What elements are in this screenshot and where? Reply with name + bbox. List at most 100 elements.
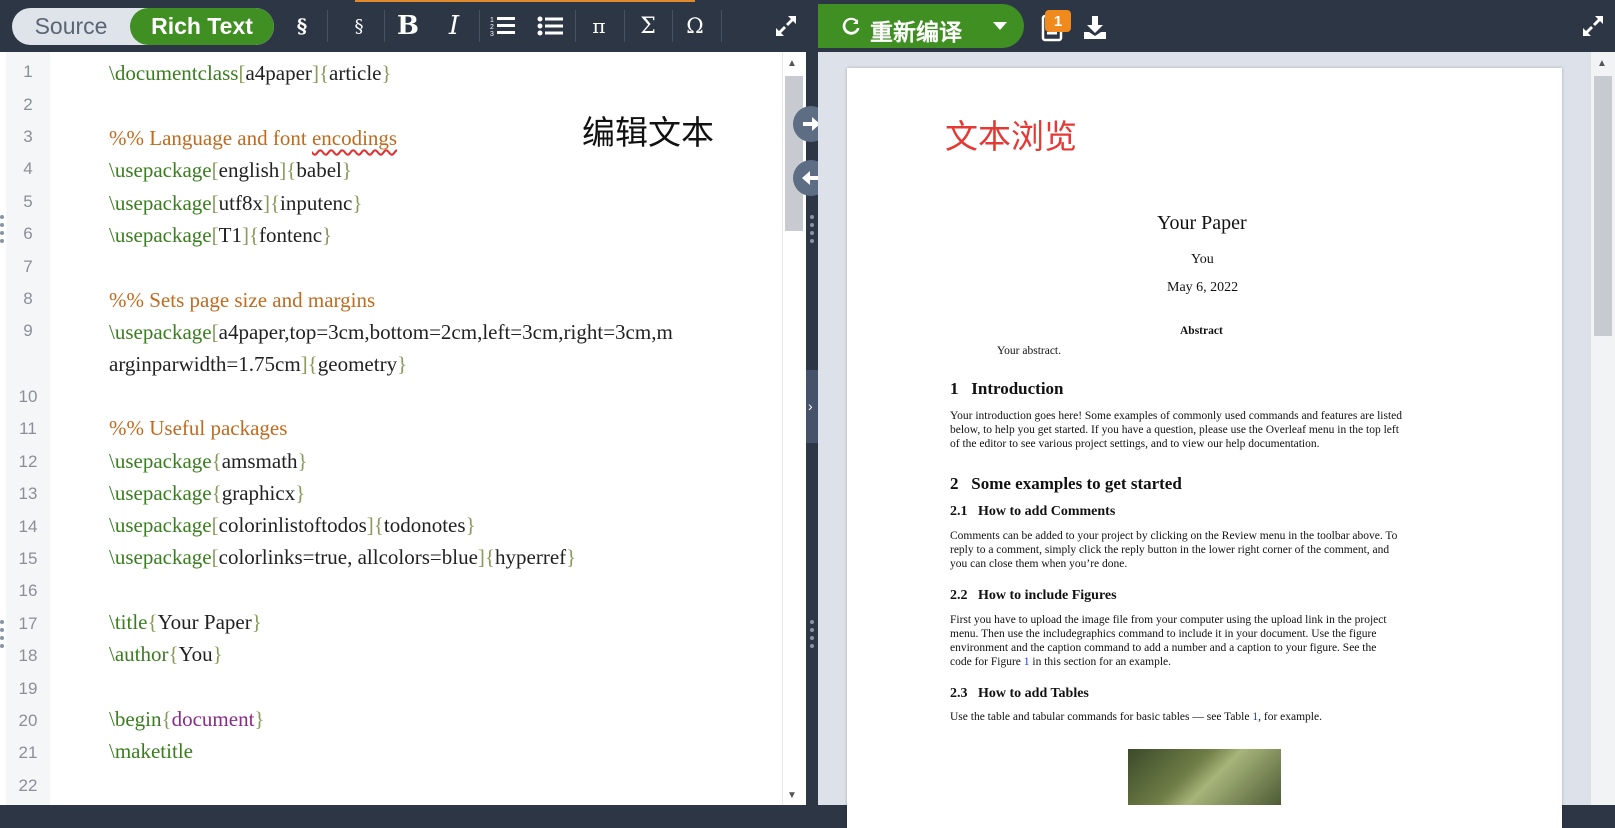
scroll-down-arrow-icon[interactable]: ▼ [787, 790, 797, 801]
line-number: 17 [18, 614, 38, 633]
expand-icon [776, 16, 796, 36]
editor-expand-button[interactable] [763, 6, 809, 46]
divider-grip[interactable] [810, 215, 814, 247]
bold-button[interactable]: B [385, 6, 431, 46]
line-number: 16 [18, 581, 38, 600]
code-line-9-wrap: arginparwidth=1.75cm]{geometry} [109, 352, 408, 376]
pdf-date: May 6, 2022 [1167, 280, 1239, 295]
code-line-6: \usepackage[T1]{fontenc} [109, 223, 333, 247]
line-number: 13 [18, 484, 38, 503]
line-number: 8 [23, 289, 33, 308]
line-number: 21 [18, 743, 38, 762]
subsection-button[interactable]: § [336, 6, 382, 46]
line-number: 19 [18, 679, 38, 698]
editor-mode-toggle[interactable]: Source Rich Text [12, 8, 274, 45]
insert-pi-button[interactable]: π [576, 6, 622, 46]
numbered-list-icon: 1 2 3 [490, 17, 515, 38]
pdf-subsection-heading: 2.1 How to add Comments [950, 504, 1116, 519]
code-editor[interactable]: \documentclass[a4paper]{article} %% Lang… [109, 52, 779, 805]
divider-collapse-arrow-icon[interactable]: › [808, 398, 813, 414]
insert-sigma-button[interactable]: Σ [625, 6, 671, 46]
pdf-abstract-heading: Abstract [1180, 325, 1223, 337]
pdf-paragraph-line: of the editor to see various project set… [950, 438, 1320, 450]
line-number: 10 [18, 387, 38, 406]
code-line-11: %% Useful packages [109, 416, 288, 440]
toolbar-separator [327, 10, 328, 42]
code-line-15: \usepackage[colorlinks=true, allcolors=b… [109, 545, 577, 569]
code-line-9: \usepackage[a4paper,top=3cm,bottom=2cm,l… [109, 320, 673, 344]
divider-grip[interactable] [810, 620, 814, 652]
svg-text:2: 2 [490, 24, 494, 31]
bullet-list-icon [537, 16, 563, 36]
pdf-paragraph-line: menu. Then use the includegraphics comma… [950, 628, 1377, 640]
svg-text:3: 3 [490, 31, 494, 38]
svg-text:1: 1 [490, 17, 494, 24]
line-number: 12 [18, 452, 38, 471]
spellcheck-word: encodings [311, 126, 398, 150]
pdf-paragraph-line: First you have to upload the image file … [950, 614, 1387, 626]
preview-expand-button[interactable] [1581, 14, 1605, 43]
pdf-paragraph-line: Use the table and tabular commands for b… [950, 711, 1322, 723]
preview-scroll-thumb[interactable] [1594, 76, 1612, 336]
line-number: 9 [23, 321, 33, 340]
scroll-up-arrow-icon[interactable]: ▲ [787, 58, 797, 69]
line-number-gutter: 1 2 3 4 5 6 7 8 9 10 11 12 13 14 15 16 1… [6, 52, 50, 805]
logs-badge: 1 [1045, 10, 1071, 32]
code-line-21: \maketitle [109, 739, 193, 763]
code-line-14: \usepackage[colorinlistoftodos]{todonote… [109, 513, 476, 537]
recompile-dropdown-caret-icon[interactable] [993, 22, 1007, 30]
code-line-12: \usepackage{amsmath} [109, 449, 308, 473]
code-line-17: \title{Your Paper} [109, 610, 262, 634]
line-number: 14 [18, 517, 38, 536]
section-button[interactable]: § [279, 6, 325, 46]
preview-overlay-label: 文本浏览 [945, 117, 1077, 156]
expand-icon [1583, 16, 1603, 36]
line-number: 3 [23, 127, 33, 146]
line-number: 4 [23, 159, 33, 178]
download-icon [1084, 16, 1106, 39]
italic-button[interactable]: I [431, 6, 477, 46]
pdf-paragraph-line: code for Figure 1 in this section for an… [950, 656, 1172, 668]
recompile-label: 重新编译 [870, 20, 962, 46]
code-line-3: %% Language and font encodings [109, 126, 398, 150]
line-number: 2 [23, 95, 33, 114]
source-mode-button[interactable]: Source [12, 8, 130, 45]
pdf-section-heading: 1 Introduction [950, 379, 1064, 398]
pdf-paragraph-line: reply to a comment, simply click the rep… [950, 544, 1390, 556]
pdf-abstract-text: Your abstract. [997, 345, 1061, 357]
pdf-subsection-heading: 2.3 How to add Tables [950, 686, 1089, 701]
line-number: 7 [23, 257, 33, 276]
left-edge-handle[interactable] [0, 215, 4, 247]
insert-omega-button[interactable]: Ω [672, 6, 718, 46]
pdf-title: Your Paper [1157, 212, 1247, 234]
pdf-paragraph-line: you can close them when you’re done. [950, 558, 1128, 570]
pdf-paragraph-line: Your introduction goes here! Some exampl… [950, 410, 1403, 422]
pdf-paragraph-line: below, to help you get started. If you h… [950, 424, 1399, 436]
line-number: 22 [18, 776, 38, 795]
pdf-figure-image [1128, 749, 1281, 805]
line-number: 15 [18, 549, 38, 568]
line-number: 6 [23, 224, 33, 243]
code-line-5: \usepackage[utf8x]{inputenc} [109, 191, 363, 215]
code-line-1: \documentclass[a4paper]{article} [109, 61, 392, 85]
refresh-icon [842, 17, 860, 35]
code-line-20: \begin{document} [109, 707, 265, 731]
download-pdf-button[interactable] [1082, 14, 1108, 45]
toolbar-accent-bar [355, 0, 695, 2]
left-edge-handle[interactable] [0, 620, 4, 652]
editor-scroll-thumb[interactable] [785, 76, 803, 231]
numbered-list-button[interactable]: 1 2 3 [480, 6, 526, 46]
code-line-13: \usepackage{graphicx} [109, 481, 306, 505]
bullet-list-button[interactable] [527, 6, 573, 46]
rich-text-mode-button[interactable]: Rich Text [130, 8, 274, 45]
pdf-section-heading: 2 Some examples to get started [950, 474, 1182, 493]
line-number: 1 [23, 62, 33, 81]
code-line-18: \author{You} [109, 642, 223, 666]
code-line-8: %% Sets page size and margins [109, 288, 376, 312]
pdf-author: You [1191, 252, 1214, 267]
code-line-4: \usepackage[english]{babel} [109, 158, 352, 182]
pdf-paragraph-line: environment and the caption command to a… [950, 642, 1377, 654]
editor-overlay-label: 编辑文本 [582, 113, 714, 152]
editor-toolbar: Source Rich Text § § B I 1 2 3 π Σ Ω [0, 0, 806, 52]
scroll-up-arrow-icon[interactable]: ▲ [1597, 58, 1607, 69]
